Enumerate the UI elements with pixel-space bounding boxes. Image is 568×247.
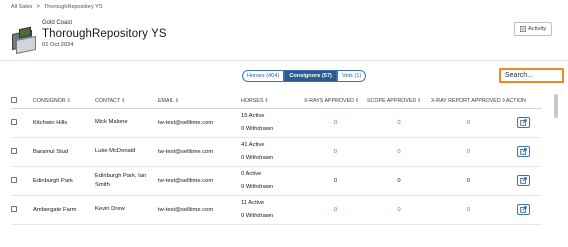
sale-location: Gold Coast <box>42 20 73 26</box>
xray-report-approved-count: 0 <box>431 108 506 138</box>
column-header-horses[interactable]: HORSES⇕ <box>241 94 304 109</box>
xrays-approved-count: 0 <box>304 195 367 225</box>
xray-report-approved-count: 0 <box>431 137 506 167</box>
column-header-contact[interactable]: CONTACT⇕ <box>95 94 158 109</box>
sort-arrows-icon: ⇕ <box>174 97 180 104</box>
sale-date: 01 Oct 2024 <box>42 42 74 48</box>
tab-horses[interactable]: Horses (404) <box>242 70 285 82</box>
horses-withdrawn-count: 0 Withdrawn <box>241 154 274 161</box>
header-divider <box>0 60 568 61</box>
external-edit-icon <box>520 148 528 155</box>
column-header-scope-approved[interactable]: SCOPE APPROVED⇕ <box>367 94 431 109</box>
contact-name: Luke McDonald <box>95 137 158 167</box>
external-edit-icon <box>520 119 528 126</box>
tab-consignors[interactable]: Consignors (57) <box>284 70 337 82</box>
table-row: Edinburgh Park Edinburgh Park, Ian Smith… <box>11 166 542 196</box>
horses-counts: 15 Active 0 Withdrawn <box>241 108 304 138</box>
horses-withdrawn-count: 0 Withdrawn <box>241 183 274 190</box>
activity-button[interactable]: Activity <box>514 22 552 36</box>
xray-report-approved-count: 0 <box>431 195 506 225</box>
activity-list-icon <box>519 26 526 32</box>
external-edit-icon <box>520 177 528 184</box>
breadcrumb: All Sales > ThoroughRepository YS <box>11 4 103 10</box>
horses-active-count: 0 Active <box>241 170 262 177</box>
table-header-row: CONSIGNOR⇕ CONTACT⇕ EMAIL⇕ HORSES⇕ X-RAY… <box>11 94 542 109</box>
xrays-approved-count: 0 <box>304 166 367 196</box>
select-all-checkbox[interactable] <box>11 96 17 103</box>
search-input[interactable]: Search... <box>499 68 564 83</box>
row-checkbox[interactable] <box>11 147 17 154</box>
scope-approved-count: 0 <box>367 137 431 167</box>
activity-button-label: Activity <box>527 26 547 32</box>
xrays-approved-count: 0 <box>304 108 367 138</box>
sort-arrows-icon: ⇕ <box>66 97 71 104</box>
scope-approved-count: 0 <box>367 166 431 196</box>
breadcrumb-separator: > <box>36 4 40 10</box>
row-checkbox[interactable] <box>11 176 17 183</box>
external-edit-icon <box>520 206 528 213</box>
consignor-name: Baramul Stud <box>33 137 95 167</box>
column-header-consignor[interactable]: CONSIGNOR⇕ <box>33 94 95 109</box>
horses-withdrawn-count: 0 Withdrawn <box>241 212 274 219</box>
contact-name: Mick Malone <box>95 108 158 138</box>
contact-name: Edinburgh Park, Ian Smith <box>95 166 158 196</box>
email-address: tw-test@selltime.com <box>158 137 241 167</box>
column-header-xrays-approved[interactable]: X-RAYS APPROVED⇕ <box>304 94 367 109</box>
scope-approved-count: 0 <box>367 195 431 225</box>
sort-arrows-icon: ⇕ <box>354 97 360 104</box>
row-checkbox[interactable] <box>11 118 17 125</box>
open-consignor-button[interactable] <box>517 204 531 215</box>
horses-counts: 11 Active 0 Withdrawn <box>241 195 304 225</box>
column-header-action: ACTION <box>505 94 542 109</box>
consignor-name: Ambergate Farm <box>33 195 95 225</box>
sort-arrows-icon: ⇕ <box>264 97 269 104</box>
contact-name: Kevin Drew <box>95 195 158 225</box>
sale-header: Gold Coast ThoroughRepository YS 01 Oct … <box>10 19 167 56</box>
table-scrollbar[interactable] <box>554 94 558 118</box>
open-consignor-button[interactable] <box>517 146 531 157</box>
sort-arrows-icon: ⇕ <box>417 97 422 104</box>
column-header-email[interactable]: EMAIL⇕ <box>158 94 241 109</box>
horses-active-count: 11 Active <box>241 199 265 206</box>
row-checkbox[interactable] <box>11 205 17 212</box>
consignors-table: CONSIGNOR⇕ CONTACT⇕ EMAIL⇕ HORSES⇕ X-RAY… <box>11 94 542 225</box>
horses-counts: 41 Active 0 Withdrawn <box>241 137 304 167</box>
email-address: tw-test@selltime.com <box>158 195 241 225</box>
breadcrumb-all-sales-link[interactable]: All Sales <box>11 4 32 10</box>
scope-approved-count: 0 <box>367 108 431 138</box>
view-tabs: Horses (404) Consignors (57) Vets (1) <box>242 70 367 82</box>
breadcrumb-current: ThoroughRepository YS <box>43 4 103 10</box>
open-consignor-button[interactable] <box>517 175 531 186</box>
horses-active-count: 15 Active <box>241 112 265 119</box>
xrays-approved-count: 0 <box>304 137 367 167</box>
column-header-xray-report-approved[interactable]: X-RAY REPORT APPROVED⇕ <box>431 94 506 109</box>
page-title: ThoroughRepository YS <box>42 28 167 40</box>
email-address: tw-test@selltime.com <box>158 108 241 138</box>
open-consignor-button[interactable] <box>517 117 531 128</box>
horses-counts: 0 Active 0 Withdrawn <box>241 166 304 196</box>
table-row: Kitchwin Hills Mick Malone tw-test@sellt… <box>11 108 542 138</box>
horses-active-count: 41 Active <box>241 141 265 148</box>
xray-report-approved-count: 0 <box>431 166 506 196</box>
sort-arrows-icon: ⇕ <box>121 97 126 104</box>
sale-thumbnail-image <box>10 26 38 56</box>
consignor-name: Kitchwin Hills <box>33 108 95 138</box>
tab-vets[interactable]: Vets (1) <box>336 70 367 82</box>
horses-withdrawn-count: 0 Withdrawn <box>241 125 274 132</box>
consignor-name: Edinburgh Park <box>33 166 95 196</box>
email-address: tw-test@selltime.com <box>158 166 241 196</box>
table-row: Ambergate Farm Kevin Drew tw-test@sellti… <box>11 195 542 225</box>
table-row: Baramul Stud Luke McDonald tw-test@sellt… <box>11 137 542 167</box>
